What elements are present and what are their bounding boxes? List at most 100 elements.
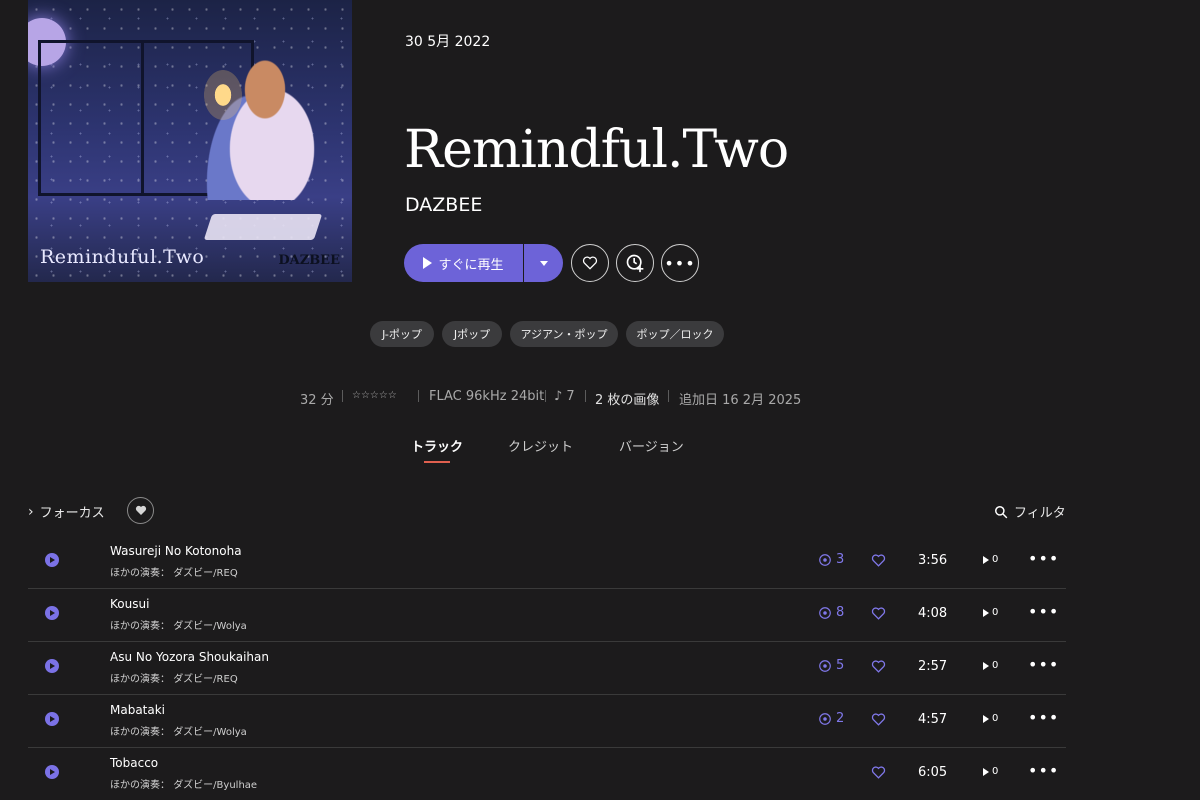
versions-count: 3 — [836, 552, 845, 567]
track-versions[interactable]: 3 — [818, 552, 844, 567]
play-count-value: 0 — [992, 607, 999, 618]
disc-icon — [819, 659, 831, 672]
disc-icon — [819, 712, 831, 725]
performers-label: ほかの演奏： — [110, 727, 170, 738]
album-cover: Reminduful.Two DAZBEE — [28, 0, 352, 282]
track-play-button[interactable] — [45, 765, 59, 779]
track-versions[interactable]: 2 — [818, 711, 844, 726]
track-versions[interactable]: 8 — [818, 605, 844, 620]
track-play-button[interactable] — [45, 712, 59, 726]
performers-names[interactable]: ダズビー/REQ — [173, 568, 238, 579]
track-title: Asu No Yozora Shoukaihan — [110, 650, 269, 664]
track-play-count: 0 — [983, 766, 998, 777]
heart-icon — [871, 660, 886, 673]
performers-label: ほかの演奏： — [110, 568, 170, 579]
filter-label: フィルタ — [1014, 506, 1066, 521]
track-performers: ほかの演奏： ダズビー/Wolya — [110, 723, 247, 738]
heart-icon — [135, 505, 146, 515]
track-more-button[interactable]: ••• — [1028, 655, 1059, 674]
track-row[interactable]: Tobacco ほかの演奏： ダズビー/Byulhae 6:05 0 ••• — [28, 747, 1066, 800]
track-play-count: 0 — [983, 713, 998, 724]
track-favorite-button[interactable] — [871, 605, 886, 624]
performers-names[interactable]: ダズビー/Byulhae — [173, 780, 257, 791]
disc-icon — [819, 553, 831, 566]
track-play-button[interactable] — [45, 553, 59, 567]
album-duration: 32 分 — [300, 393, 334, 408]
track-more-button[interactable]: ••• — [1028, 549, 1059, 568]
tab-credits[interactable]: クレジット — [508, 436, 573, 455]
track-play-button[interactable] — [45, 659, 59, 673]
performers-label: ほかの演奏： — [110, 780, 170, 791]
favorites-filter-button[interactable] — [127, 497, 154, 524]
add-to-queue-button[interactable] — [616, 244, 654, 282]
play-icon — [983, 714, 989, 723]
meta-divider — [342, 390, 343, 402]
track-duration: 2:57 — [918, 659, 948, 674]
play-icon — [50, 557, 55, 563]
clock-plus-icon — [626, 254, 644, 273]
play-icon — [983, 555, 989, 564]
cover-title-text: Reminduful.Two — [40, 246, 205, 268]
performers-label: ほかの演奏： — [110, 674, 170, 685]
performers-names[interactable]: ダズビー/REQ — [173, 674, 238, 685]
heart-icon — [871, 554, 886, 567]
play-button-group: すぐに再生 — [404, 244, 563, 282]
genre-tag[interactable]: J-ポップ — [370, 321, 434, 347]
track-performers: ほかの演奏： ダズビー/REQ — [110, 564, 238, 579]
favorite-button[interactable] — [571, 244, 609, 282]
track-favorite-button[interactable] — [871, 552, 886, 571]
track-more-button[interactable]: ••• — [1028, 708, 1059, 727]
tab-tracks[interactable]: トラック — [411, 436, 463, 455]
play-icon — [983, 661, 989, 670]
rating-stars[interactable]: ☆☆☆☆☆ — [352, 390, 397, 401]
cover-book — [203, 214, 323, 240]
performers-names[interactable]: ダズビー/Wolya — [173, 621, 247, 632]
track-versions[interactable]: 5 — [818, 658, 844, 673]
chevron-right-icon: › — [28, 503, 34, 520]
lyrics-count: ♪ 7 — [554, 389, 575, 404]
heart-icon — [871, 713, 886, 726]
track-row[interactable]: Asu No Yozora Shoukaihan ほかの演奏： ダズビー/REQ… — [28, 641, 1066, 695]
track-more-button[interactable]: ••• — [1028, 761, 1059, 780]
added-date: 追加日 16 2月 2025 — [679, 393, 802, 408]
versions-count: 5 — [836, 658, 845, 673]
track-performers: ほかの演奏： ダズビー/REQ — [110, 670, 238, 685]
play-icon — [983, 608, 989, 617]
release-date: 30 5月 2022 — [405, 34, 491, 50]
track-performers: ほかの演奏： ダズビー/Byulhae — [110, 776, 257, 791]
more-options-button[interactable]: ••• — [661, 244, 699, 282]
genre-tag[interactable]: アジアン・ポップ — [510, 321, 618, 347]
play-now-button[interactable]: すぐに再生 — [404, 244, 523, 282]
performers-label: ほかの演奏： — [110, 621, 170, 632]
track-favorite-button[interactable] — [871, 711, 886, 730]
track-favorite-button[interactable] — [871, 658, 886, 677]
genre-tag[interactable]: Jポップ — [442, 321, 502, 347]
track-row[interactable]: Mabataki ほかの演奏： ダズビー/Wolya 2 4:57 0 ••• — [28, 694, 1066, 748]
genre-tag[interactable]: ポップ／ロック — [626, 321, 724, 347]
meta-divider — [585, 390, 586, 402]
filter-button[interactable]: フィルタ — [994, 502, 1066, 521]
play-options-dropdown[interactable] — [524, 244, 563, 282]
focus-toggle[interactable]: › フォーカス — [28, 502, 105, 522]
chevron-down-icon — [539, 260, 548, 266]
meta-divider — [545, 390, 546, 402]
images-link[interactable]: 2 枚の画像 — [595, 389, 659, 408]
disc-icon — [819, 606, 831, 619]
track-play-button[interactable] — [45, 606, 59, 620]
heart-icon — [582, 256, 598, 270]
track-title: Tobacco — [110, 756, 159, 770]
performers-names[interactable]: ダズビー/Wolya — [173, 727, 247, 738]
track-row[interactable]: Kousui ほかの演奏： ダズビー/Wolya 8 4:08 0 ••• — [28, 588, 1066, 642]
cover-lamp — [204, 70, 242, 120]
heart-icon — [871, 607, 886, 620]
play-count-value: 0 — [992, 660, 999, 671]
tab-versions[interactable]: バージョン — [619, 436, 684, 455]
focus-label: フォーカス — [39, 506, 105, 521]
track-favorite-button[interactable] — [871, 764, 886, 783]
track-row[interactable]: Wasureji No Kotonoha ほかの演奏： ダズビー/REQ 3 3… — [28, 535, 1066, 589]
track-more-button[interactable]: ••• — [1028, 602, 1059, 621]
play-count-value: 0 — [992, 713, 999, 724]
play-now-label: すぐに再生 — [438, 257, 504, 273]
track-duration: 3:56 — [918, 553, 948, 568]
album-artist-link[interactable]: DAZBEE — [405, 194, 482, 216]
